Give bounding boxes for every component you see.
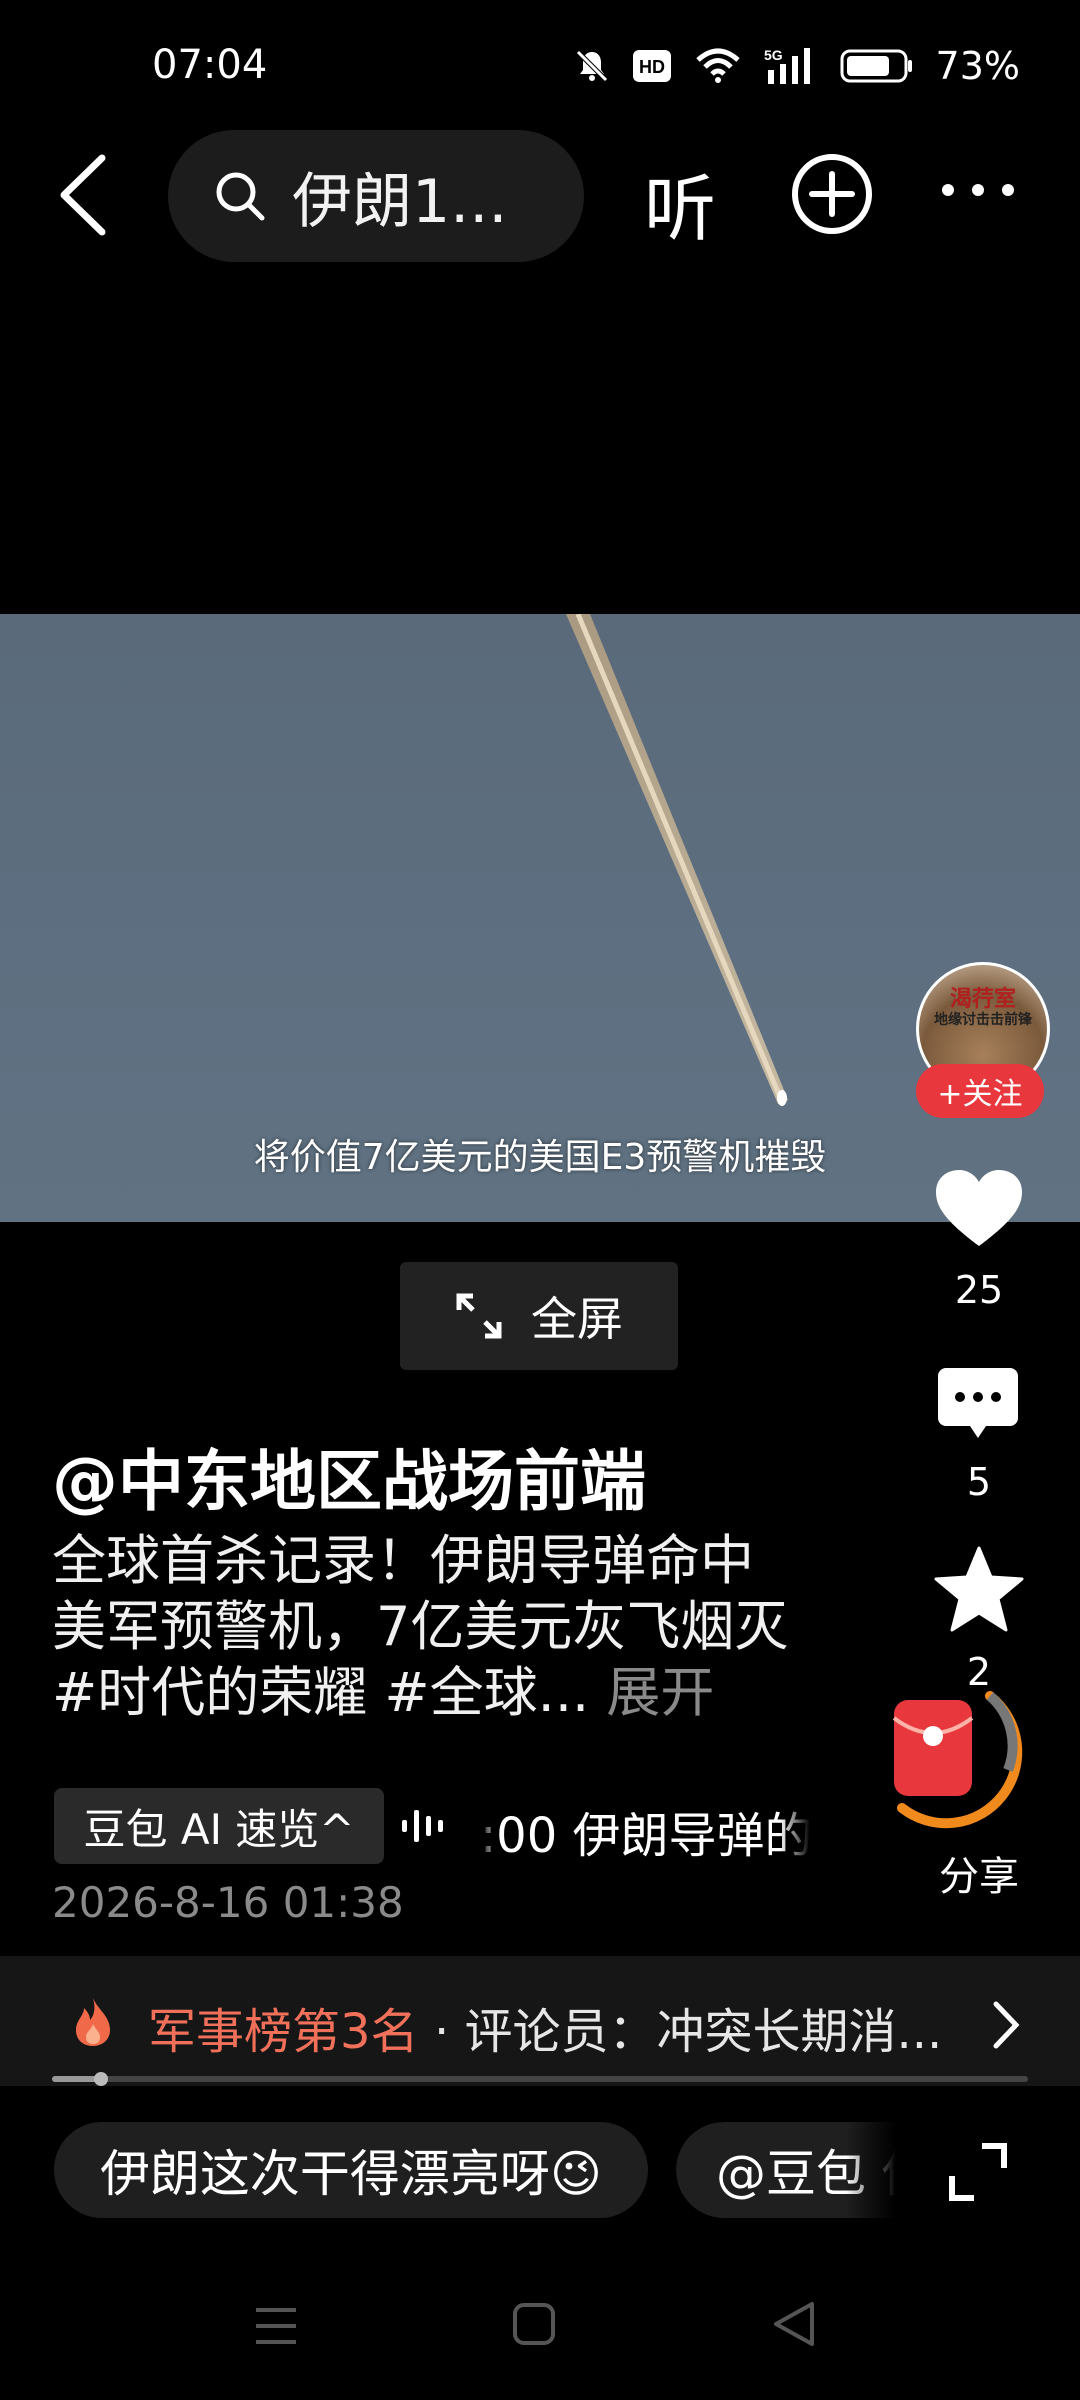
back-button[interactable] bbox=[50, 150, 120, 240]
expand-caption-link[interactable]: 展开 bbox=[606, 1661, 714, 1724]
nav-home-icon[interactable] bbox=[512, 2302, 556, 2346]
post-caption: 全球首杀记录！伊朗导弹命中美军预警机，7亿美元灰飞烟灭 #时代的荣耀 #全球..… bbox=[52, 1528, 802, 1726]
5g-signal-icon: 5G bbox=[764, 47, 810, 84]
expand-comment-icon[interactable] bbox=[946, 2140, 1010, 2204]
status-icons: HD 5G 73% bbox=[574, 44, 1020, 88]
listen-button[interactable]: 听 bbox=[644, 150, 716, 255]
avatar-logo-subtext: 地缘讨击击前锋 bbox=[934, 1012, 1032, 1028]
fullscreen-button[interactable]: 全屏 bbox=[400, 1262, 678, 1370]
chevron-right-icon[interactable] bbox=[990, 2000, 1020, 2050]
battery-icon bbox=[840, 49, 912, 83]
fire-icon bbox=[76, 1998, 110, 2046]
search-query: 伊朗1... bbox=[292, 166, 508, 237]
wifi-icon bbox=[695, 48, 740, 83]
ranking-title[interactable]: 军事榜第3名 bbox=[148, 1992, 419, 2062]
heart-icon[interactable] bbox=[934, 1168, 1024, 1250]
status-time: 07:04 bbox=[152, 42, 268, 88]
progress-handle[interactable] bbox=[93, 2072, 108, 2086]
audio-wave-icon bbox=[402, 1810, 443, 1842]
ai-summary-scroll-text: :00 伊朗导弹的 bbox=[480, 1808, 810, 1864]
quick-comment-1[interactable]: 伊朗这次干得漂亮呀😉 bbox=[54, 2122, 648, 2218]
video-subtitle: 将价值7亿美元的美国E3预警机摧毁 bbox=[253, 1137, 827, 1178]
ranking-commentary[interactable]: · 评论员：冲突长期消... bbox=[434, 1992, 954, 2062]
battery-percent: 73% bbox=[935, 44, 1020, 88]
svg-text:HD: HD bbox=[639, 57, 665, 77]
author-name[interactable]: @中东地区战场前端 bbox=[52, 1428, 646, 1524]
more-options-button[interactable] bbox=[940, 170, 1016, 210]
red-packet-icon[interactable] bbox=[870, 1670, 1030, 1830]
share-label[interactable]: 分享 bbox=[919, 1844, 1039, 1902]
add-button[interactable] bbox=[790, 152, 874, 236]
comment-icon[interactable] bbox=[936, 1366, 1020, 1442]
nav-recent-apps-icon[interactable] bbox=[254, 2304, 298, 2348]
like-count: 25 bbox=[954, 1268, 1004, 1312]
star-icon[interactable] bbox=[934, 1546, 1024, 1632]
fullscreen-label: 全屏 bbox=[531, 1292, 623, 1346]
search-input[interactable]: 伊朗1... bbox=[168, 130, 584, 262]
expand-icon bbox=[456, 1293, 502, 1339]
hd-icon: HD bbox=[632, 50, 671, 82]
mute-icon bbox=[575, 50, 608, 82]
ai-summary-chip[interactable]: 豆包 AI 速览^ bbox=[54, 1788, 384, 1864]
comment-count: 5 bbox=[966, 1460, 992, 1504]
nav-back-icon[interactable] bbox=[772, 2300, 816, 2348]
progress-track[interactable] bbox=[52, 2076, 1028, 2082]
follow-button[interactable]: +关注 bbox=[916, 1064, 1044, 1118]
search-icon bbox=[216, 172, 265, 221]
svg-text:5G: 5G bbox=[764, 47, 783, 63]
post-date: 2026-8-16 01:38 bbox=[52, 1878, 404, 1927]
